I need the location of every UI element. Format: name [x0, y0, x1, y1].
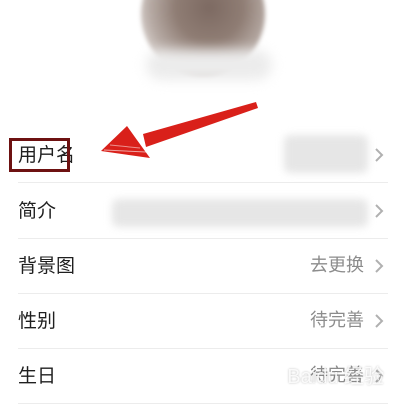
row-background[interactable]: 背景图 去更换 [0, 238, 404, 294]
blurred-bio-value [112, 199, 368, 227]
chevron-right-icon [375, 259, 384, 273]
row-background-label: 背景图 [18, 255, 76, 277]
blurred-username [146, 50, 272, 80]
divider [18, 403, 388, 404]
row-background-value: 去更换 [310, 255, 364, 276]
row-bio-label: 简介 [18, 200, 57, 222]
row-gender[interactable]: 性别 待完善 [0, 293, 404, 349]
chevron-right-icon [375, 204, 384, 218]
row-birthday-label: 生日 [18, 365, 57, 387]
row-gender-label: 性别 [18, 310, 57, 332]
row-gender-value: 待完善 [310, 310, 364, 331]
chevron-right-icon [375, 148, 384, 162]
blurred-username-value [284, 135, 368, 173]
watermark: Baidu 经验 [287, 366, 384, 388]
avatar-area [0, 0, 404, 124]
highlight-box [9, 138, 70, 172]
row-bio[interactable]: 简介 [0, 183, 404, 239]
chevron-right-icon [375, 314, 384, 328]
